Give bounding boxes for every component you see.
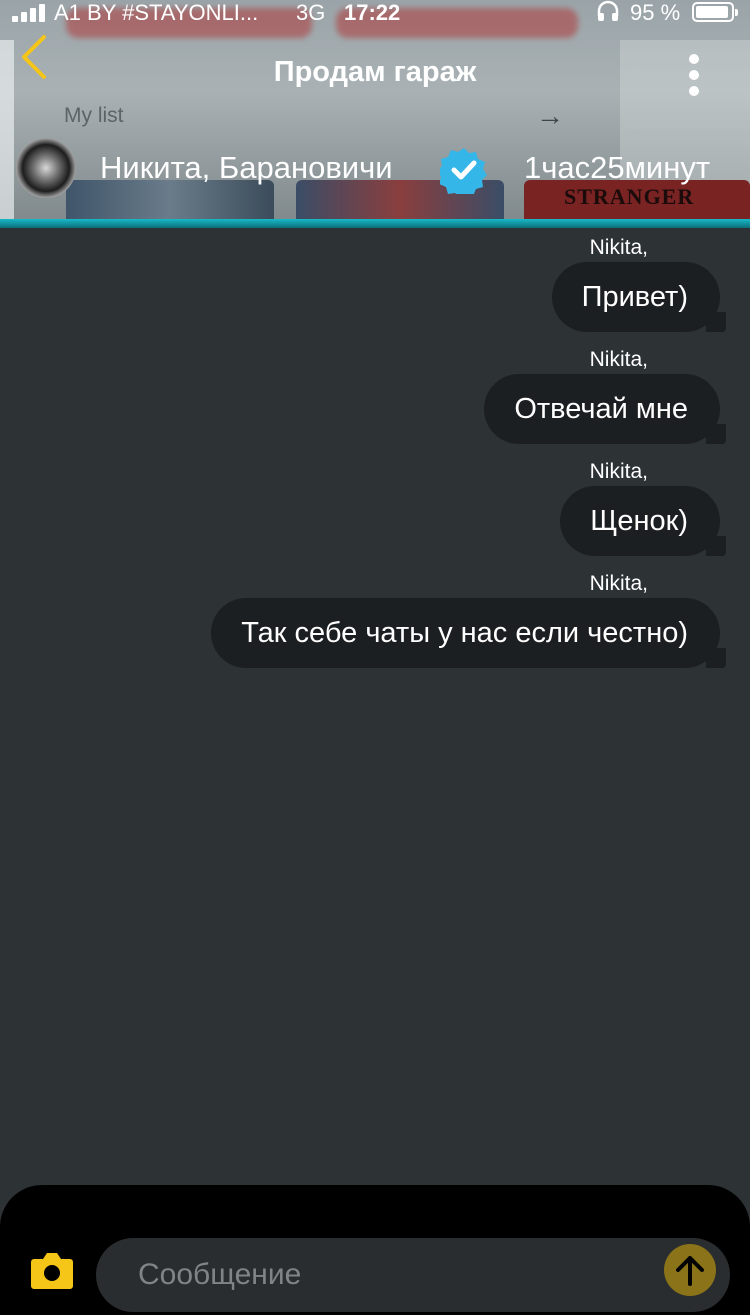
- message-text: Щенок): [590, 505, 688, 537]
- message-bubble[interactable]: Отвечай мне: [484, 374, 726, 444]
- header-background: My list → STRANGER: [0, 0, 750, 228]
- status-time: 17:22: [344, 0, 401, 25]
- message-input-placeholder: Сообщение: [138, 1258, 302, 1291]
- message-bubble[interactable]: Привет): [551, 262, 726, 332]
- message-text: Привет): [581, 281, 688, 313]
- status-bar: A1 BY #STAYONLI... 3G 17:22 95 %: [0, 0, 750, 28]
- carrier-label: A1 BY #STAYONLI...: [54, 0, 259, 25]
- message-text: Отвечай мне: [514, 393, 688, 425]
- more-vertical-icon[interactable]: [684, 52, 704, 98]
- verified-badge-icon: [437, 146, 488, 198]
- signal-icon: [12, 4, 48, 22]
- background-section-label: My list: [64, 104, 124, 127]
- message-author: Nikita,: [589, 236, 648, 259]
- header-divider: [0, 219, 750, 228]
- arrow-right-icon: →: [536, 100, 564, 131]
- contact-name[interactable]: Никита, Барановичи: [100, 150, 393, 186]
- headphones-icon: [596, 0, 620, 28]
- message-bubble[interactable]: Щенок): [560, 486, 726, 556]
- message-author: Nikita,: [589, 348, 648, 371]
- message-text: Так себе чаты у нас если честно): [241, 617, 688, 649]
- avatar[interactable]: [16, 138, 76, 198]
- message-bubble[interactable]: Так себе чаты у нас если честно): [211, 598, 726, 668]
- online-duration: 1час25минут: [524, 150, 711, 185]
- poster-text: STRANGER: [564, 184, 695, 209]
- message-input[interactable]: Сообщение: [96, 1238, 730, 1312]
- message-author: Nikita,: [589, 572, 648, 595]
- message-author: Nikita,: [589, 460, 648, 483]
- send-arrow-up-icon[interactable]: [664, 1244, 716, 1296]
- background-thumbnail: STRANGER: [524, 180, 750, 224]
- camera-icon[interactable]: [30, 1250, 74, 1290]
- network-type: 3G: [296, 0, 326, 25]
- background-thumbnail: [66, 180, 274, 224]
- battery-icon: [692, 2, 738, 22]
- battery-percent: 95 %: [630, 0, 681, 25]
- chat-title: Продам гараж: [273, 56, 477, 88]
